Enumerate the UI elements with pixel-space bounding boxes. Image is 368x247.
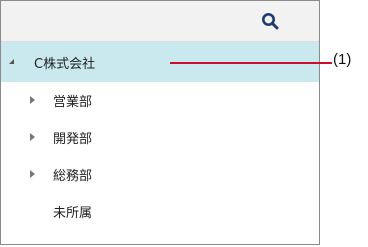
tree-toolbar [1,1,319,42]
org-tree-panel: C株式会社 営業部 開発部 総務部 未所属 [0,0,320,245]
tree-node-label-sales: 営業部 [53,95,93,110]
caret-right-icon[interactable] [27,95,37,105]
search-button[interactable] [258,9,282,33]
tree-node-development[interactable]: 開発部 [1,119,319,156]
tree-node-unassigned[interactable]: 未所属 [1,193,319,230]
tree-node-label-development: 開発部 [53,132,93,147]
tree-node-label-unassigned: 未所属 [53,206,93,221]
org-tree: C株式会社 営業部 開発部 総務部 未所属 [1,42,319,230]
callout-line [170,62,332,64]
callout-label: (1) [333,51,352,68]
caret-down-icon[interactable] [7,57,17,67]
tree-node-label-general-affairs: 総務部 [53,169,93,184]
caret-right-icon[interactable] [27,169,37,179]
caret-right-icon[interactable] [27,132,37,142]
tree-node-sales[interactable]: 営業部 [1,82,319,119]
search-icon [262,13,279,30]
tree-node-label-root: C株式会社 [34,56,96,72]
tree-node-general-affairs[interactable]: 総務部 [1,156,319,193]
